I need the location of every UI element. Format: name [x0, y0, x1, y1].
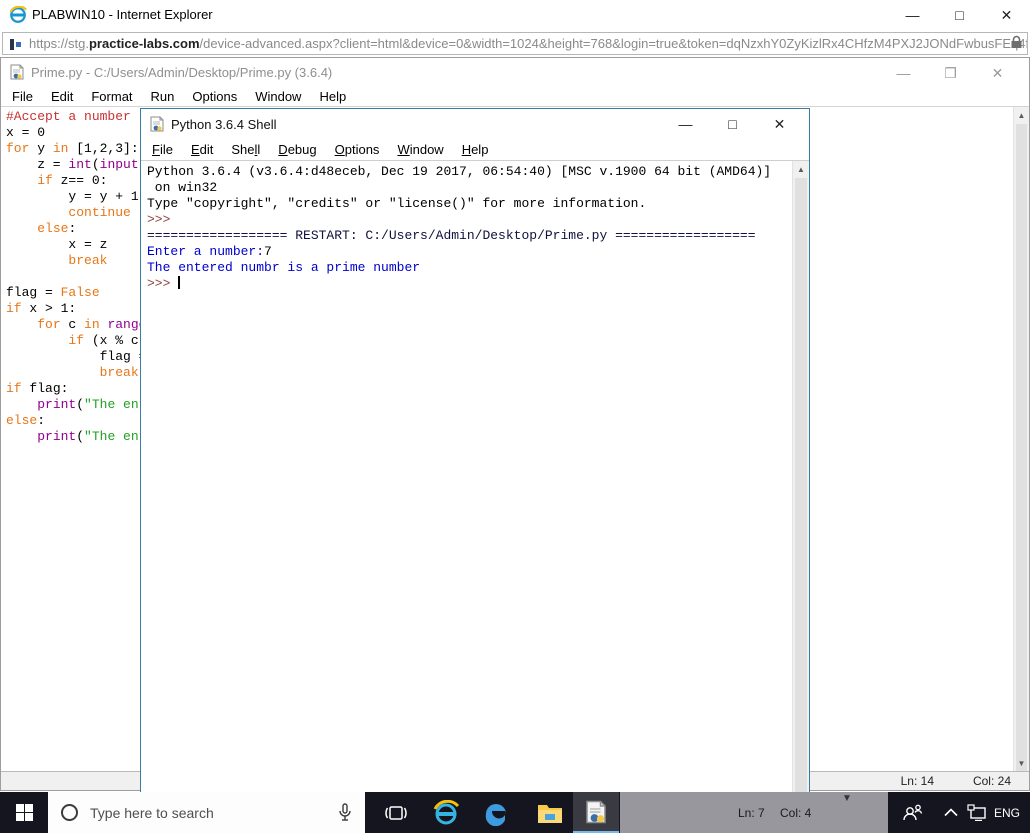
search-placeholder: Type here to search	[90, 804, 214, 821]
scroll-down-icon[interactable]: ▼	[1014, 755, 1029, 771]
shell-line: Type "copyright", "credits" or "license(…	[147, 196, 647, 211]
chevron-up-icon	[944, 808, 958, 817]
shell-menu-shell[interactable]: Shell	[222, 142, 269, 157]
idle-file-icon	[10, 64, 24, 80]
shell-menu-edit[interactable]: Edit	[182, 142, 222, 157]
url-path: /device-advanced.aspx?client=html&device…	[199, 36, 1028, 51]
editor-scrollbar[interactable]: ▲ ▼	[1013, 107, 1029, 771]
editor-close-button[interactable]: ✕	[974, 58, 1021, 88]
people-icon	[903, 804, 923, 820]
shell-menu-file[interactable]: File	[143, 142, 182, 157]
taskbar-edge-button[interactable]	[473, 792, 519, 833]
shell-statusbar: Ln: 7 Col: 4 ▼	[620, 792, 888, 833]
editor-restore-button[interactable]: ❐	[927, 58, 974, 88]
taskbar-python-idle-button[interactable]	[573, 792, 619, 833]
shell-line: Enter a number:7	[147, 244, 272, 259]
shell-line: on win32	[147, 180, 218, 195]
browser-maximize-button[interactable]: □	[936, 0, 983, 30]
shell-line-indicator: Ln: 7	[738, 806, 765, 820]
task-view-icon	[385, 805, 407, 820]
browser-url-row: https://stg. practice-labs.com/device-adv…	[0, 30, 1030, 57]
address-bar[interactable]: https://stg. practice-labs.com/device-adv…	[2, 32, 1028, 55]
editor-scroll-thumb[interactable]	[1016, 124, 1027, 771]
lock-icon	[1011, 35, 1022, 48]
editor-column-indicator: Col: 24	[972, 774, 1011, 788]
chevron-down-icon: ▼	[842, 793, 852, 804]
browser-titlebar: PLABWIN10 - Internet Explorer — □ ✕	[0, 0, 1030, 30]
microphone-icon[interactable]	[338, 802, 352, 823]
idle-file-icon	[150, 116, 164, 132]
edge-icon	[485, 803, 506, 826]
taskbar: Type here to search Ln: 7 Col: 4 ▼ ENG	[0, 792, 1030, 833]
shell-minimize-button[interactable]: —	[662, 109, 709, 139]
editor-titlebar[interactable]: Prime.py - C:/Users/Admin/Desktop/Prime.…	[1, 58, 1029, 86]
python-shell-window: Python 3.6.4 Shell — □ ✕ File Edit Shell De…	[140, 108, 810, 833]
shell-scrollbar[interactable]: ▲	[792, 161, 809, 832]
shell-menubar: File Edit Shell Debug Options Window Help	[141, 139, 809, 161]
shell-maximize-button[interactable]: □	[709, 109, 756, 139]
shell-line: The entered numbr is a prime number	[147, 260, 421, 275]
shell-close-button[interactable]: ✕	[756, 109, 803, 139]
taskbar-search-input[interactable]: Type here to search	[48, 792, 365, 833]
scroll-up-icon[interactable]: ▲	[793, 161, 809, 177]
internet-explorer-icon	[9, 6, 27, 23]
editor-menu-window[interactable]: Window	[246, 89, 310, 104]
start-button[interactable]	[0, 792, 48, 833]
cortana-circle-icon	[61, 804, 78, 821]
browser-minimize-button[interactable]: —	[889, 0, 936, 30]
scroll-up-icon[interactable]: ▲	[1014, 107, 1029, 123]
network-icon	[967, 804, 986, 821]
shell-menu-help[interactable]: Help	[453, 142, 498, 157]
shell-titlebar[interactable]: Python 3.6.4 Shell — □ ✕	[141, 109, 809, 139]
internet-explorer-icon	[433, 799, 459, 824]
editor-menu-help[interactable]: Help	[310, 89, 355, 104]
shell-line: >>>	[147, 276, 181, 291]
editor-menu-format[interactable]: Format	[82, 89, 141, 104]
editor-menu-options[interactable]: Options	[183, 89, 246, 104]
editor-menu-file[interactable]: File	[3, 89, 42, 104]
editor-menu-run[interactable]: Run	[142, 89, 184, 104]
taskbar-file-explorer-button[interactable]	[527, 792, 573, 833]
shell-output: Python 3.6.4 (v3.6.4:d48eceb, Dec 19 201…	[147, 164, 771, 292]
url-prefix: https://stg.	[29, 36, 89, 51]
windows-logo-icon	[15, 804, 33, 821]
shell-menu-window[interactable]: Window	[388, 142, 452, 157]
file-explorer-icon	[538, 804, 562, 823]
shell-text-area[interactable]: Python 3.6.4 (v3.6.4:d48eceb, Dec 19 201…	[141, 161, 809, 832]
shell-line: >>>	[147, 212, 179, 227]
python-idle-icon	[586, 800, 606, 823]
shell-title: Python 3.6.4 Shell	[171, 117, 277, 132]
browser-title: PLABWIN10 - Internet Explorer	[32, 7, 213, 22]
shell-column-indicator: Col: 4	[780, 806, 812, 820]
task-view-button[interactable]	[373, 792, 419, 833]
taskbar-internet-explorer-button[interactable]	[423, 792, 469, 833]
people-button[interactable]	[896, 792, 928, 833]
language-indicator[interactable]: ENG	[988, 792, 1026, 833]
editor-menu-edit[interactable]: Edit	[42, 89, 82, 104]
editor-title: Prime.py - C:/Users/Admin/Desktop/Prime.…	[31, 65, 333, 80]
shell-line: ================== RESTART: C:/Users/Adm…	[147, 228, 756, 243]
shell-menu-options[interactable]: Options	[326, 142, 389, 157]
editor-line-indicator: Ln: 14	[900, 774, 934, 788]
site-favicon-icon	[10, 38, 21, 50]
editor-minimize-button[interactable]: —	[880, 58, 927, 88]
shell-scroll-thumb[interactable]	[795, 178, 807, 798]
text-cursor	[178, 276, 181, 289]
url-domain: practice-labs.com	[88, 36, 200, 51]
browser-close-button[interactable]: ✕	[983, 0, 1030, 30]
shell-line: Python 3.6.4 (v3.6.4:d48eceb, Dec 19 201…	[147, 164, 772, 179]
editor-menubar: File Edit Format Run Options Window Help	[1, 86, 1029, 107]
shell-menu-debug[interactable]: Debug	[269, 142, 325, 157]
